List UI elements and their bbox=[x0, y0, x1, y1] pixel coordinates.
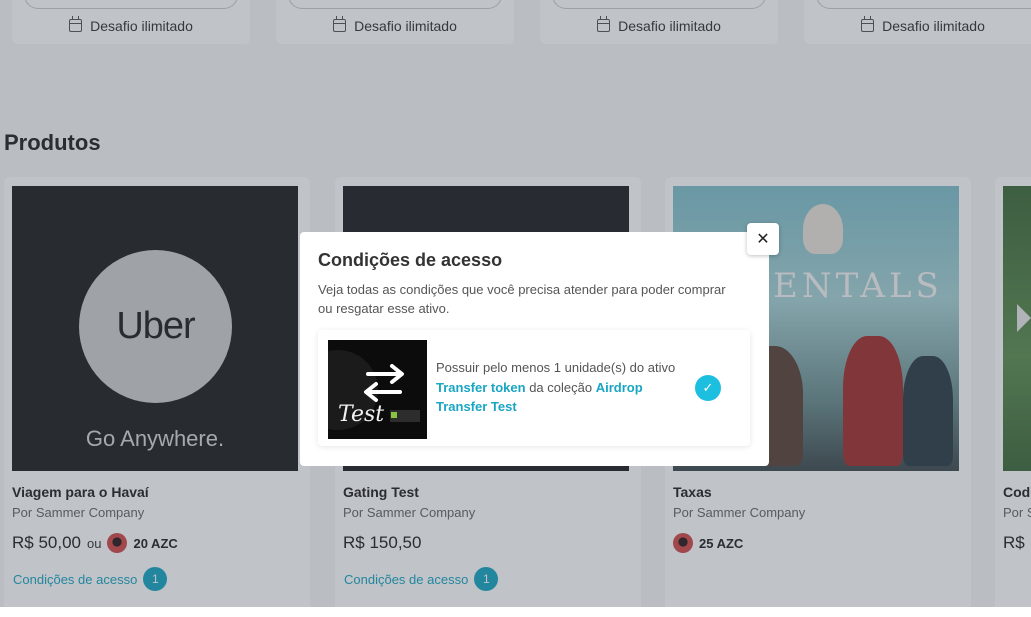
token-link[interactable]: Transfer token bbox=[436, 380, 526, 395]
modal-title: Condições de acesso bbox=[318, 250, 503, 270]
token-thumbnail: Test bbox=[328, 340, 427, 439]
condition-prefix: Possuir pelo menos 1 unidade(s) do ativo bbox=[436, 360, 676, 375]
condition-text: Possuir pelo menos 1 unidade(s) do ativo… bbox=[436, 358, 676, 417]
close-button[interactable]: ✕ bbox=[747, 223, 779, 255]
condition-middle: da coleção bbox=[525, 379, 596, 395]
token-thumb-label: Test bbox=[338, 402, 385, 427]
check-icon: ✓ bbox=[695, 375, 721, 401]
condition-card: Test Possuir pelo menos 1 unidade(s) do … bbox=[318, 330, 750, 446]
modal-description: Veja todas as condições que você precisa… bbox=[318, 282, 726, 316]
access-conditions-modal: Condições de acesso Veja todas as condiç… bbox=[300, 232, 769, 466]
